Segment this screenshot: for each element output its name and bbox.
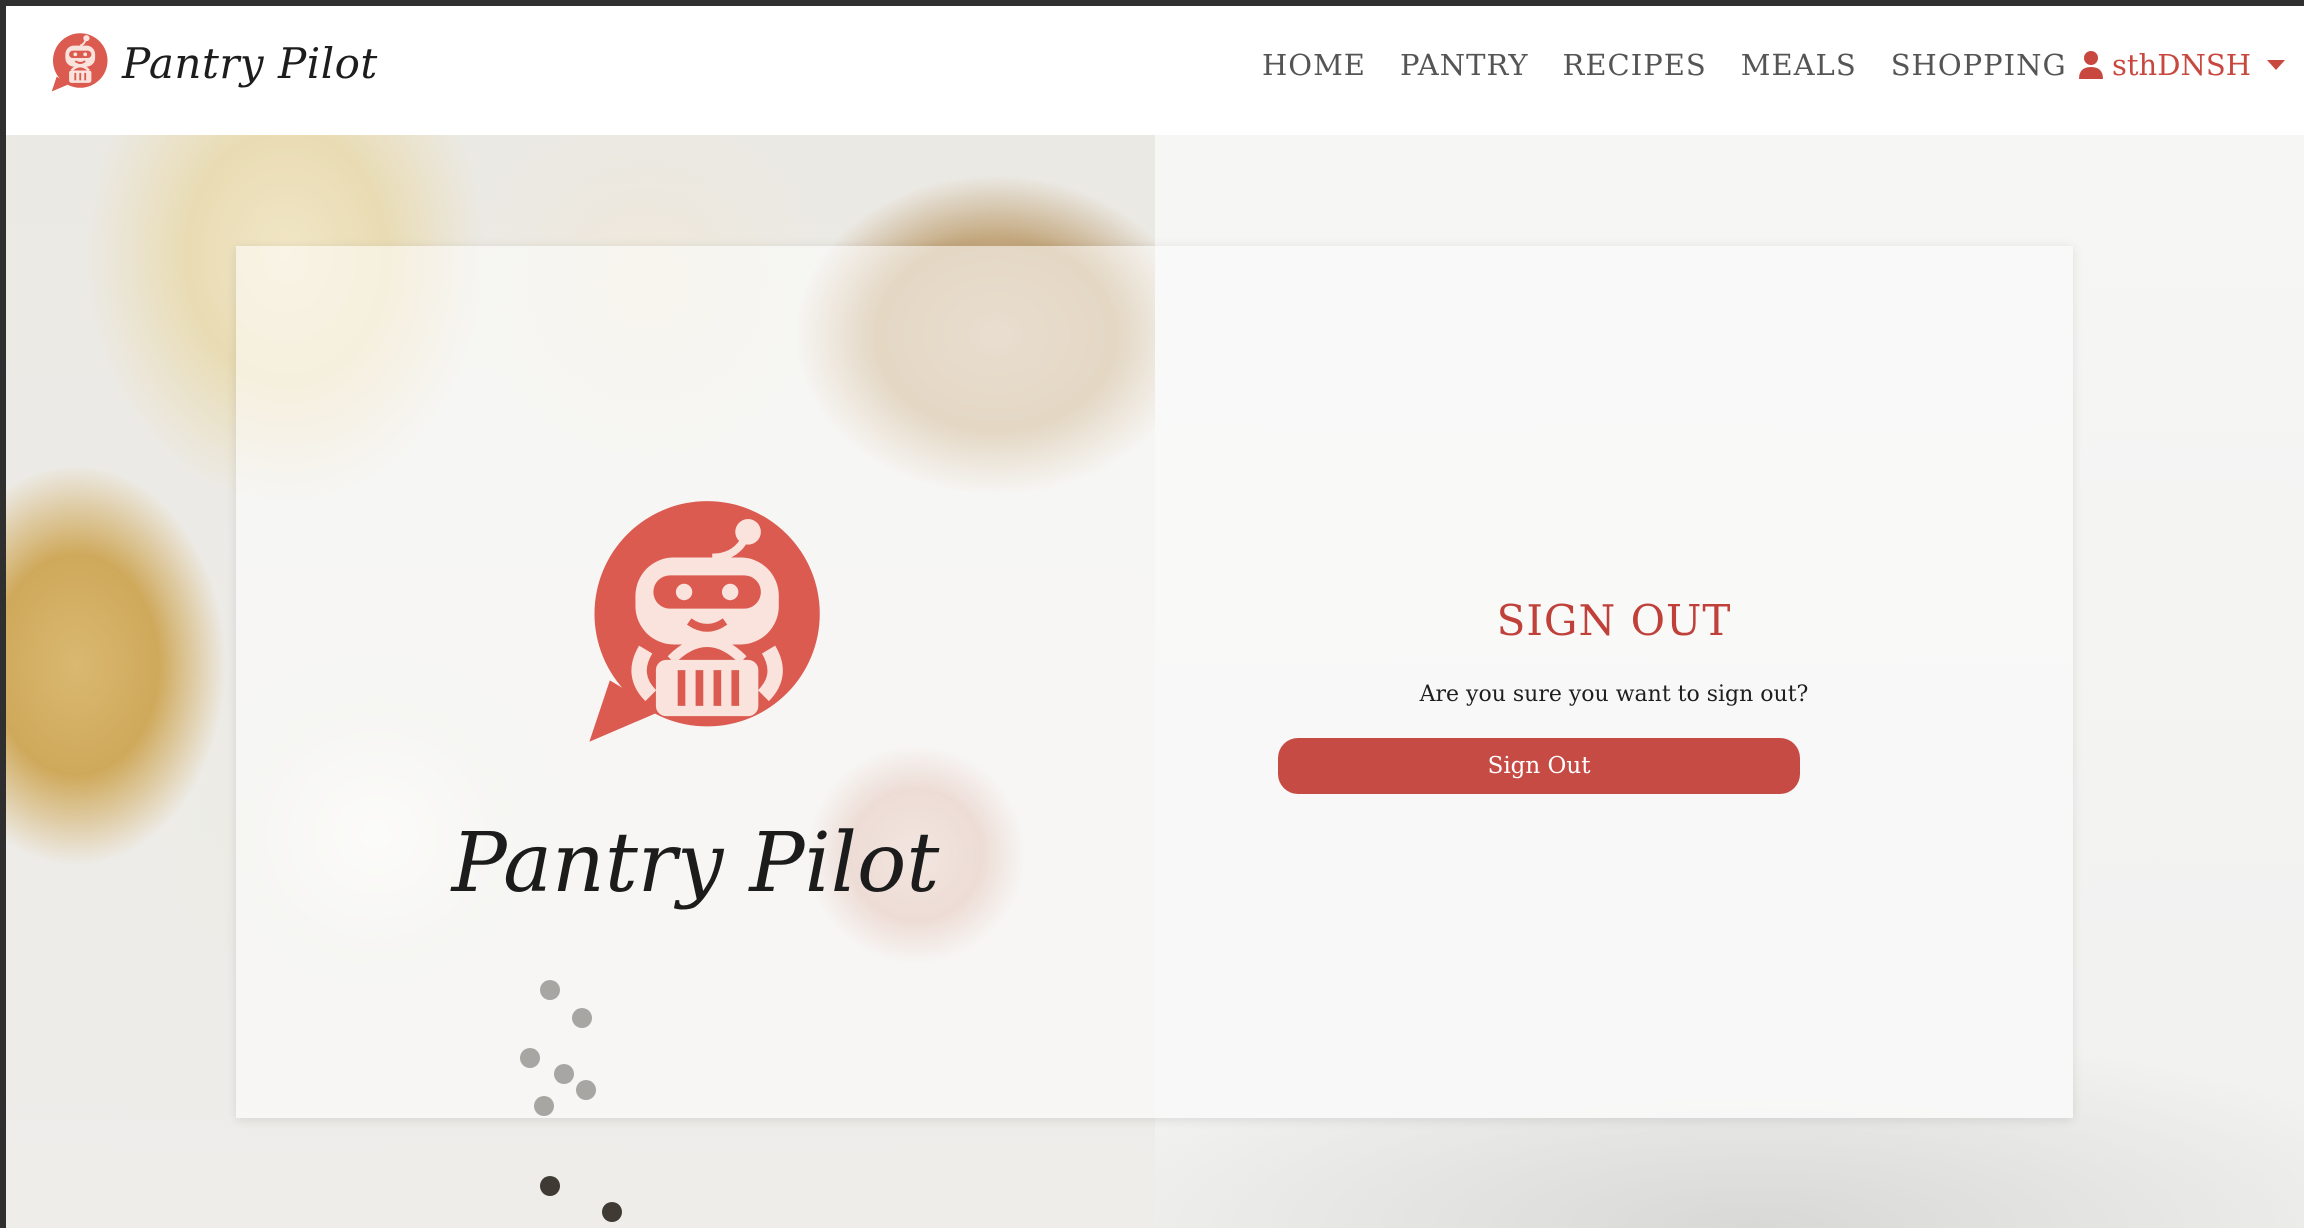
robot-basket-logo-icon bbox=[589, 501, 820, 742]
navbar: Pantry Pilot HOME PANTRY RECIPES MEALS S… bbox=[6, 6, 2304, 135]
nav-recipes[interactable]: RECIPES bbox=[1563, 46, 1707, 84]
signout-message: Are you sure you want to sign out? bbox=[1419, 682, 1809, 707]
nav-meals[interactable]: MEALS bbox=[1741, 46, 1857, 84]
peppercorn bbox=[540, 1176, 560, 1196]
user-dropdown[interactable]: sthDNSH bbox=[2078, 46, 2285, 84]
nav-home[interactable]: HOME bbox=[1262, 46, 1366, 84]
browser-window: Pantry Pilot HOME PANTRY RECIPES MEALS S… bbox=[0, 0, 2304, 1228]
robot-basket-logo-icon bbox=[51, 33, 108, 92]
user-icon bbox=[2079, 51, 2103, 79]
nav-shopping[interactable]: SHOPPING bbox=[1891, 46, 2067, 84]
signout-title: SIGN OUT bbox=[1496, 596, 1732, 645]
card-brand-panel: Pantry Pilot bbox=[236, 246, 1155, 1118]
brand-name: Pantry Pilot bbox=[122, 38, 378, 88]
nav-pantry[interactable]: PANTRY bbox=[1400, 46, 1529, 84]
page: Pantry Pilot HOME PANTRY RECIPES MEALS S… bbox=[6, 6, 2304, 1228]
hero-brand-name: Pantry Pilot bbox=[451, 816, 940, 911]
brand-link[interactable]: Pantry Pilot bbox=[48, 31, 378, 95]
main-nav: HOME PANTRY RECIPES MEALS SHOPPING bbox=[1262, 46, 2101, 84]
username: sthDNSH bbox=[2112, 48, 2251, 82]
signout-card: Pantry Pilot SIGN OUT Are you sure you w… bbox=[236, 246, 2073, 1118]
sign-out-button[interactable]: Sign Out bbox=[1278, 738, 1800, 794]
peppercorn bbox=[602, 1202, 622, 1222]
card-signout-panel: SIGN OUT Are you sure you want to sign o… bbox=[1155, 246, 2073, 1118]
caret-down-icon bbox=[2267, 60, 2285, 70]
